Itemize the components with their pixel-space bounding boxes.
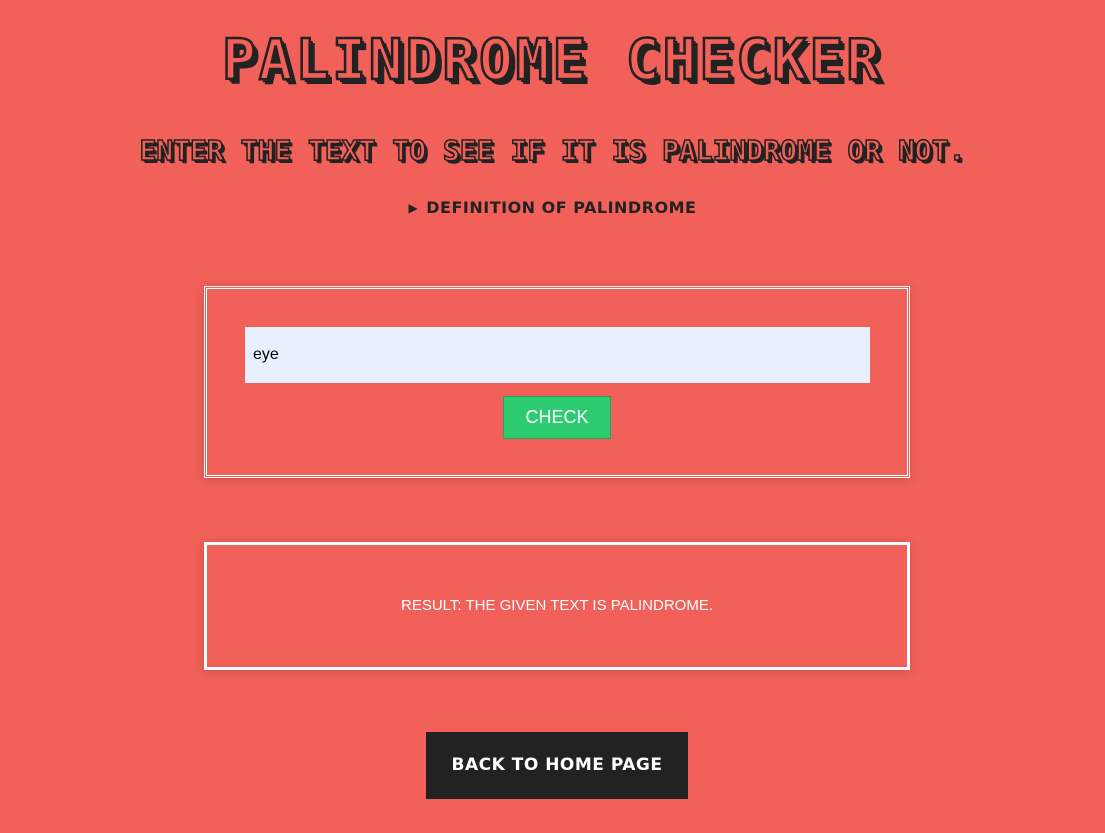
page-subtitle: ENTER THE TEXT TO SEE IF IT IS PALINDROM… [139,133,967,168]
definition-label: DEFINITION OF PALINDROME [426,198,697,217]
result-text: RESULT: THE GIVEN TEXT IS PALINDROME. [400,597,714,614]
triangle-right-icon: ▶ [408,201,419,215]
check-button[interactable]: CHECK [503,396,611,439]
back-to-home-button[interactable]: BACK TO HOME PAGE [426,732,688,799]
definition-toggle[interactable]: ▶ DEFINITION OF PALINDROME [0,196,1105,220]
text-input[interactable] [245,327,870,383]
page-title: PALINDROME CHECKER [221,27,883,95]
